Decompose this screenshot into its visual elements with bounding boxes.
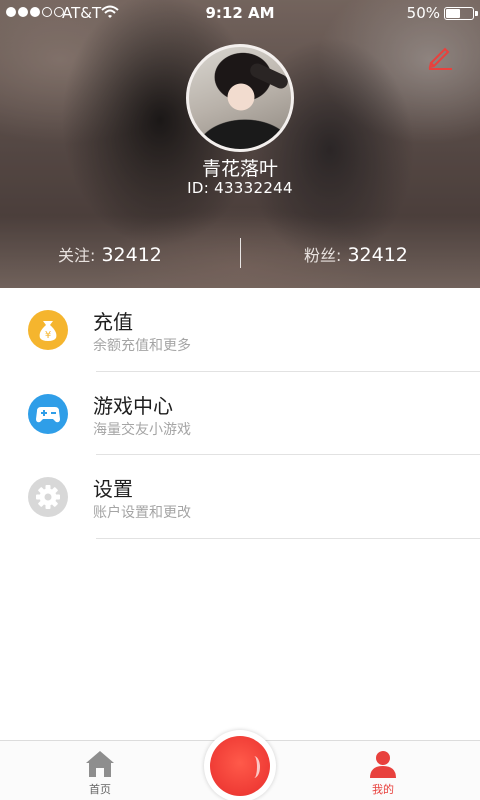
tab-mine[interactable]: 我的 — [343, 741, 423, 800]
battery-percent: 50% — [406, 4, 440, 22]
menu-subtitle: 账户设置和更改 — [93, 505, 191, 521]
fans-count: 32412 — [347, 244, 408, 266]
record-circle — [210, 736, 270, 796]
money-bag-icon: ¥ — [28, 310, 68, 350]
gamepad-icon — [28, 393, 68, 434]
stats-divider — [240, 238, 241, 268]
record-button[interactable] — [204, 730, 276, 800]
menu-title: 充值 — [93, 310, 133, 334]
tab-home[interactable]: 首页 — [60, 741, 140, 800]
menu-item-settings[interactable]: 设置 账户设置和更改 — [0, 455, 480, 539]
username: 青花落叶 — [201, 158, 278, 180]
profile-stats: 关注: 32412 粉丝: 32412 — [0, 238, 480, 270]
follow-count: 32412 — [101, 244, 162, 266]
follow-label: 关注: — [58, 246, 96, 265]
pencil-icon[interactable] — [424, 40, 456, 72]
fans-label: 粉丝: — [304, 246, 342, 265]
menu-subtitle: 余额充值和更多 — [93, 338, 191, 354]
svg-text:¥: ¥ — [45, 330, 51, 341]
tab-label: 首页 — [89, 783, 111, 796]
fans-stat[interactable]: 粉丝: 32412 — [304, 242, 408, 266]
menu-title: 设置 — [93, 477, 133, 501]
divider — [96, 537, 480, 539]
user-icon — [370, 751, 396, 778]
follow-stat[interactable]: 关注: 32412 — [58, 242, 162, 266]
menu-item-game-center[interactable]: 游戏中心 海量交友小游戏 — [0, 372, 480, 455]
battery-icon — [444, 7, 478, 20]
menu-list: ¥ 充值 余额充值和更多 游戏中心 海量交友小游戏 设置 账户设置和更改 — [0, 288, 480, 539]
menu-subtitle: 海量交友小游戏 — [93, 421, 191, 438]
user-id: ID: 43332244 — [187, 179, 293, 197]
menu-title: 游戏中心 — [93, 393, 173, 418]
gear-icon — [28, 477, 68, 517]
tab-label: 我的 — [372, 783, 394, 796]
menu-item-recharge[interactable]: ¥ 充值 余额充值和更多 — [0, 288, 480, 372]
avatar[interactable] — [186, 44, 294, 152]
home-icon — [86, 751, 114, 777]
battery-fill — [446, 9, 460, 18]
status-bar: AT&T 9:12 AM 50% — [0, 0, 480, 26]
